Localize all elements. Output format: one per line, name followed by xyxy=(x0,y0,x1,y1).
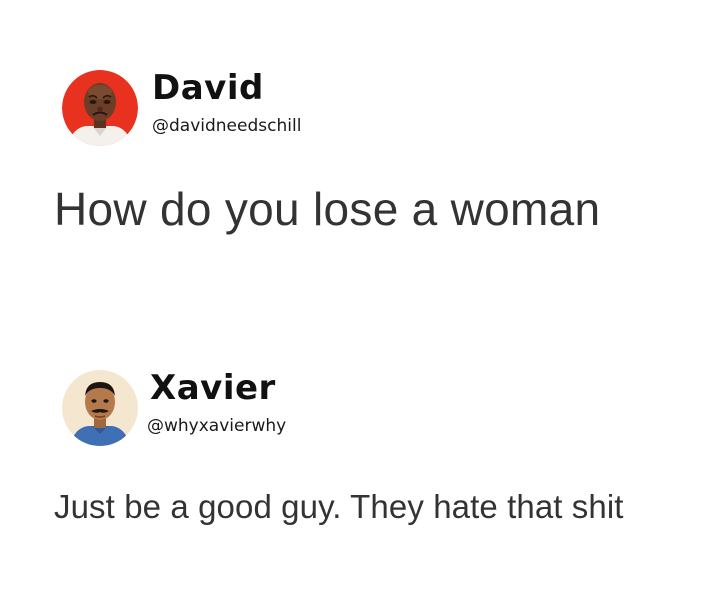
post-xavier: Xavier @whyxavierwhy Just be a good guy.… xyxy=(0,366,720,525)
mustache-man-avatar-icon xyxy=(62,370,138,446)
post-text: How do you lose a woman xyxy=(54,183,601,235)
user-handle[interactable]: @whyxavierwhy xyxy=(147,416,286,436)
avatar[interactable] xyxy=(62,370,138,446)
post-text: Just be a good guy. They hate that shit xyxy=(54,488,624,525)
post-author-row: Xavier @whyxavierwhy xyxy=(0,366,720,446)
crying-man-avatar-icon xyxy=(62,70,138,146)
display-name[interactable]: Xavier xyxy=(150,368,276,408)
display-name[interactable]: David xyxy=(152,68,264,108)
user-handle[interactable]: @davidneedschill xyxy=(152,116,301,136)
post-author-row: David @davidneedschill xyxy=(0,66,720,146)
post-david: David @davidneedschill How do you lose a… xyxy=(0,66,720,235)
avatar[interactable] xyxy=(62,70,138,146)
